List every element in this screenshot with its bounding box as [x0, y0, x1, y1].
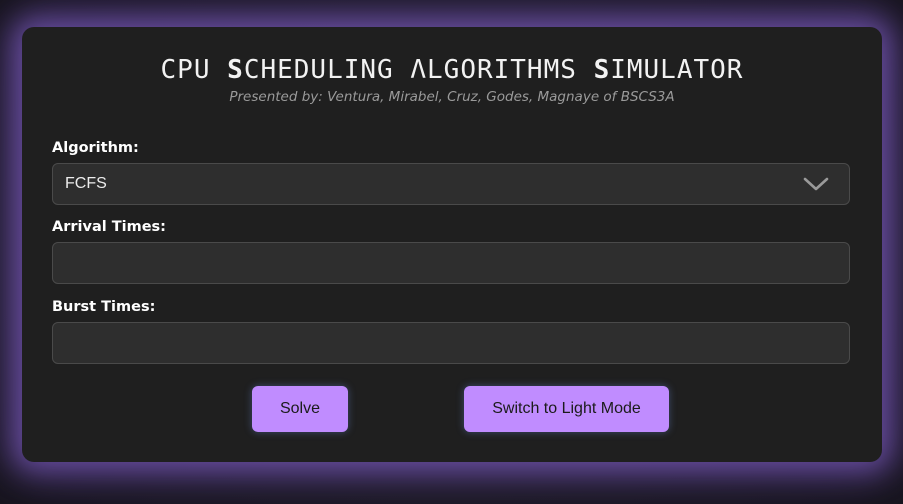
title-part-bold: S [227, 55, 244, 85]
title-part: CHEDULING [243, 55, 411, 85]
burst-times-input[interactable] [53, 323, 849, 363]
page-background: CPU SCHEDULING ΛLGORITHMS SIMULATOR Pres… [0, 0, 903, 504]
arrival-times-field [52, 242, 850, 284]
arrival-times-input[interactable] [53, 243, 849, 283]
title-part: Λ [410, 55, 428, 85]
algorithm-select[interactable]: FCFS [52, 163, 850, 205]
presenters-subtitle: Presented by: Ventura, Mirabel, Cruz, Go… [229, 89, 675, 105]
simulator-card: CPU SCHEDULING ΛLGORITHMS SIMULATOR Pres… [22, 27, 882, 462]
title-part-bold: S [593, 55, 611, 85]
burst-times-field [52, 322, 850, 364]
title-part: IMULATOR [610, 55, 744, 85]
switch-theme-button[interactable]: Switch to Light Mode [464, 386, 669, 432]
page-title: CPU SCHEDULING ΛLGORITHMS SIMULATOR [22, 55, 882, 85]
title-part: CPU [160, 55, 228, 85]
chevron-down-icon [803, 177, 829, 191]
burst-times-label: Burst Times: [52, 299, 156, 315]
title-part: LGORITHMS [427, 55, 594, 85]
arrival-times-label: Arrival Times: [52, 219, 166, 235]
solve-button[interactable]: Solve [252, 386, 348, 432]
algorithm-label: Algorithm: [52, 140, 139, 156]
algorithm-selected-value: FCFS [65, 175, 107, 192]
